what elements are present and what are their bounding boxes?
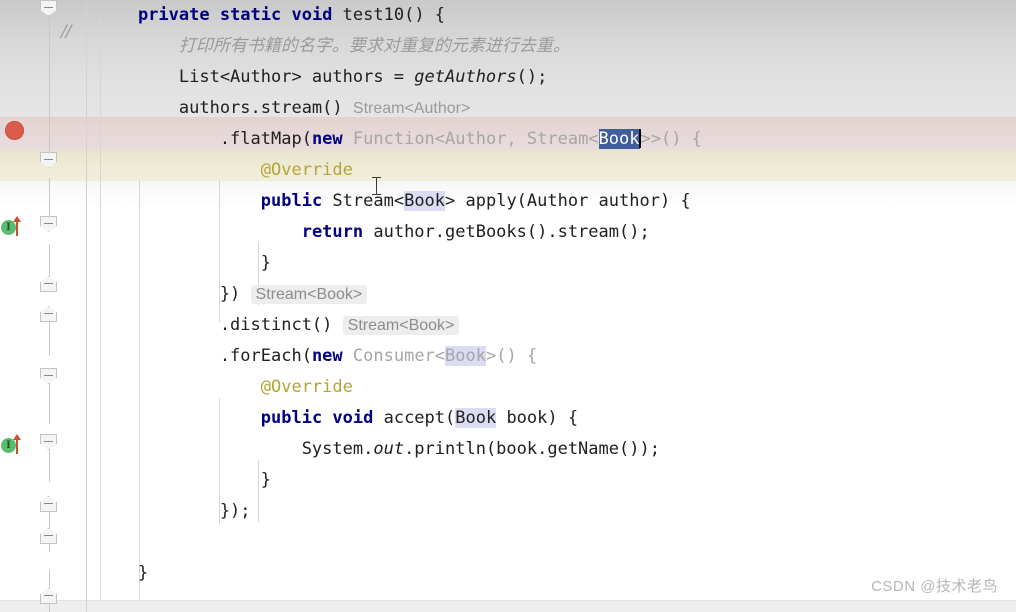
code-token: .distinct() — [97, 315, 333, 335]
code-token: }) — [97, 284, 241, 304]
code-token: .forEach( — [97, 346, 312, 366]
code-text-area[interactable]: private static void test10() { 打印所有书籍的名字… — [0, 0, 1016, 612]
line-close-foreach[interactable]: }); — [97, 496, 251, 527]
code-editor[interactable]: I I // private static void test10() { 打印… — [0, 0, 1016, 612]
code-token: test10 — [342, 5, 405, 25]
code-token: }); — [97, 501, 251, 521]
code-token: @Override — [260, 160, 353, 180]
mouse-text-cursor — [371, 176, 382, 196]
code-token: author.getBooks().stream(); — [363, 222, 650, 242]
line-override-2[interactable]: @Override — [97, 372, 353, 403]
code-token: .flatMap( — [97, 129, 312, 149]
code-token: } — [97, 470, 271, 490]
code-token: } — [97, 253, 271, 273]
code-token: List<Author> authors = — [97, 67, 415, 87]
line-close-accept[interactable]: } — [97, 465, 271, 496]
code-token: () { — [404, 5, 446, 25]
line-accept[interactable]: public void accept(Book book) { — [97, 403, 578, 434]
code-token: private static void — [137, 5, 343, 25]
code-token: book) { — [496, 408, 579, 428]
code-token: Book — [404, 191, 446, 211]
code-token: Stream<Book> — [250, 285, 368, 304]
line-close-method[interactable]: } — [97, 558, 148, 589]
line-apply[interactable]: public Stream<Book> apply(Author author)… — [97, 186, 691, 217]
code-token: authors.stream() — [97, 98, 343, 118]
line-comment[interactable]: 打印所有书籍的名字。要求对重复的元素进行去重。 — [97, 31, 570, 62]
code-token: .println(book.getName()); — [404, 439, 660, 459]
line-override-1[interactable]: @Override — [97, 155, 353, 186]
code-token: 打印所有书籍的名字。要求对重复的元素进行去重。 — [178, 36, 570, 56]
code-token: public void — [260, 408, 374, 428]
line-method-signature[interactable]: private static void test10() { — [97, 0, 445, 31]
code-token: out — [373, 439, 405, 459]
line-println[interactable]: System.out.println(book.getName()); — [97, 434, 660, 465]
code-token: (); — [516, 67, 548, 87]
code-token: return — [301, 222, 364, 242]
line-close-apply[interactable]: } — [97, 248, 271, 279]
code-token: Stream<Book> — [342, 316, 460, 335]
line-close-flatmap[interactable]: }) Stream<Book> — [97, 279, 368, 310]
line-flatmap[interactable]: .flatMap(new Function<Author, Stream<Boo… — [97, 124, 702, 155]
line-authors-stream[interactable]: authors.stream() Stream<Author> — [97, 93, 470, 124]
code-token: Stream<Author> — [352, 100, 471, 117]
code-token: Function<Author, Stream< — [352, 129, 599, 149]
code-token: >() { — [485, 346, 538, 366]
code-token: > apply(Author author) { — [445, 191, 691, 211]
watermark-text: CSDN @技术老鸟 — [871, 578, 998, 595]
line-distinct[interactable]: .distinct() Stream<Book> — [97, 310, 460, 341]
code-token: Stream< — [322, 191, 405, 211]
code-token: getAuthors — [414, 67, 517, 87]
code-token: accept( — [373, 408, 456, 428]
code-token: Book — [445, 346, 486, 366]
code-token: } — [97, 563, 149, 583]
line-return-stream[interactable]: return author.getBooks().stream(); — [97, 217, 650, 248]
code-token: new — [311, 346, 343, 366]
code-token: public — [260, 191, 323, 211]
code-token: Consumer< — [352, 346, 446, 366]
code-token: System. — [97, 439, 374, 459]
line-get-authors[interactable]: List<Author> authors = getAuthors(); — [97, 62, 547, 93]
line-foreach[interactable]: .forEach(new Consumer<Book>() { — [97, 341, 537, 372]
code-token: @Override — [260, 377, 353, 397]
code-token: >>() { — [640, 129, 702, 149]
code-token: new — [311, 129, 343, 149]
code-token: Book — [455, 408, 497, 428]
code-token: Book — [598, 129, 640, 149]
